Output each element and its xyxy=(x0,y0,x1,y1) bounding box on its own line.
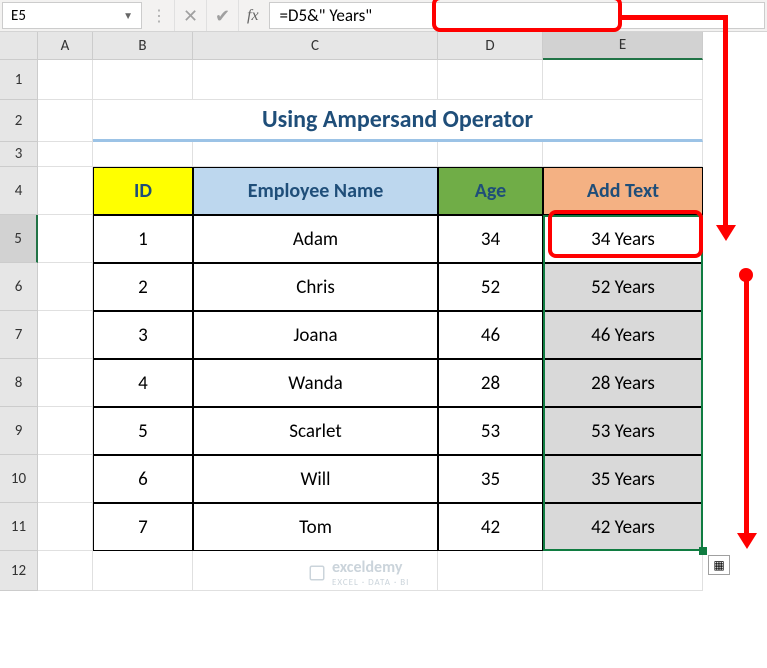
cell-name[interactable]: Joana xyxy=(193,311,438,359)
select-all-corner[interactable] xyxy=(0,32,38,60)
row-header-4[interactable]: 4 xyxy=(0,167,38,215)
col-header-d[interactable]: D xyxy=(438,32,543,60)
cell-id[interactable]: 6 xyxy=(93,455,193,503)
cell-text[interactable]: 53 Years xyxy=(543,407,703,455)
cell-text[interactable]: 42 Years xyxy=(543,503,703,551)
table-row: 3 Joana 46 46 Years xyxy=(38,311,703,359)
cell-c3[interactable] xyxy=(193,142,438,167)
cell-id[interactable]: 3 xyxy=(93,311,193,359)
title-cell[interactable]: Using Ampersand Operator xyxy=(93,100,703,142)
cell-id[interactable]: 4 xyxy=(93,359,193,407)
cancel-icon[interactable]: ✕ xyxy=(174,0,206,31)
cell-e1[interactable] xyxy=(543,60,703,100)
row-header-9[interactable]: 9 xyxy=(0,407,38,455)
cell-name[interactable]: Scarlet xyxy=(193,407,438,455)
table-row: 2 Chris 52 52 Years xyxy=(38,263,703,311)
cell-a2[interactable] xyxy=(38,100,93,142)
cell-name[interactable]: Chris xyxy=(193,263,438,311)
fill-handle[interactable] xyxy=(699,547,707,555)
cell-d1[interactable] xyxy=(438,60,543,100)
row-header-col: 1 2 3 4 5 6 7 8 9 10 11 12 xyxy=(0,32,38,668)
grid-area: A B C D E Using Ampersand Operator xyxy=(38,32,703,668)
formula-input[interactable]: =D5&" Years" xyxy=(269,2,765,29)
header-id[interactable]: ID xyxy=(93,167,193,215)
formula-bar: E5 ▼ ⋮ ✕ ✔ fx =D5&" Years" xyxy=(0,0,767,32)
cell-age[interactable]: 46 xyxy=(438,311,543,359)
cell-b1[interactable] xyxy=(93,60,193,100)
check-icon[interactable]: ✔ xyxy=(206,0,238,31)
cell-b3[interactable] xyxy=(93,142,193,167)
cell-a11[interactable] xyxy=(38,503,93,551)
table-row: 7 Tom 42 42 Years xyxy=(38,503,703,551)
cell-text[interactable]: 46 Years xyxy=(543,311,703,359)
row-header-1[interactable]: 1 xyxy=(0,60,38,100)
header-name[interactable]: Employee Name xyxy=(193,167,438,215)
cell-c12[interactable] xyxy=(193,551,438,591)
cell-e3[interactable] xyxy=(543,142,703,167)
formula-text: =D5&" Years" xyxy=(280,5,373,26)
cell-b12[interactable] xyxy=(93,551,193,591)
row-header-12[interactable]: 12 xyxy=(0,551,38,591)
cell-id[interactable]: 7 xyxy=(93,503,193,551)
cell-name[interactable]: Tom xyxy=(193,503,438,551)
cell-a10[interactable] xyxy=(38,455,93,503)
table-row: 6 Will 35 35 Years xyxy=(38,455,703,503)
annotation-dot xyxy=(739,268,753,282)
row-header-11[interactable]: 11 xyxy=(0,503,38,551)
cell-age[interactable]: 28 xyxy=(438,359,543,407)
cell-a12[interactable] xyxy=(38,551,93,591)
cell-a7[interactable] xyxy=(38,311,93,359)
cell-age[interactable]: 52 xyxy=(438,263,543,311)
cell-a8[interactable] xyxy=(38,359,93,407)
row-header-5[interactable]: 5 xyxy=(0,215,38,263)
row-header-3[interactable]: 3 xyxy=(0,142,38,167)
table-row: 5 Scarlet 53 53 Years xyxy=(38,407,703,455)
cell-age[interactable]: 42 xyxy=(438,503,543,551)
cell-id[interactable]: 2 xyxy=(93,263,193,311)
cell-age[interactable]: 53 xyxy=(438,407,543,455)
cell-name[interactable]: Wanda xyxy=(193,359,438,407)
cell-a6[interactable] xyxy=(38,263,93,311)
row-header-7[interactable]: 7 xyxy=(0,311,38,359)
header-age[interactable]: Age xyxy=(438,167,543,215)
cell-id[interactable]: 5 xyxy=(93,407,193,455)
cell-age[interactable]: 34 xyxy=(438,215,543,263)
cell-a5[interactable] xyxy=(38,215,93,263)
row-header-2[interactable]: 2 xyxy=(0,100,38,142)
name-box[interactable]: E5 ▼ xyxy=(2,2,142,29)
col-header-b[interactable]: B xyxy=(93,32,193,60)
table-row: 4 Wanda 28 28 Years xyxy=(38,359,703,407)
col-header-e[interactable]: E xyxy=(543,32,703,60)
cell-d3[interactable] xyxy=(438,142,543,167)
autofill-options-button[interactable]: ▦ xyxy=(708,555,730,575)
cell-a1[interactable] xyxy=(38,60,93,100)
cell-text[interactable]: 34 Years xyxy=(543,215,703,263)
cell-d12[interactable] xyxy=(438,551,543,591)
cell-text[interactable]: 52 Years xyxy=(543,263,703,311)
separator-icon: ⋮ xyxy=(144,0,174,31)
cell-c1[interactable] xyxy=(193,60,438,100)
cell-a4[interactable] xyxy=(38,167,93,215)
cell-a3[interactable] xyxy=(38,142,93,167)
cell-a9[interactable] xyxy=(38,407,93,455)
cell-id[interactable]: 1 xyxy=(93,215,193,263)
header-addtext[interactable]: Add Text xyxy=(543,167,703,215)
row-header-6[interactable]: 6 xyxy=(0,263,38,311)
spreadsheet: 1 2 3 4 5 6 7 8 9 10 11 12 A B C D E xyxy=(0,32,767,668)
cell-text[interactable]: 35 Years xyxy=(543,455,703,503)
cell-name[interactable]: Will xyxy=(193,455,438,503)
row-header-8[interactable]: 8 xyxy=(0,359,38,407)
table-row: 1 Adam 34 34 Years xyxy=(38,215,703,263)
cell-age[interactable]: 35 xyxy=(438,455,543,503)
row-header-10[interactable]: 10 xyxy=(0,455,38,503)
chevron-down-icon[interactable]: ▼ xyxy=(123,9,133,22)
cell-e12[interactable] xyxy=(543,551,703,591)
col-header-a[interactable]: A xyxy=(38,32,93,60)
col-header-c[interactable]: C xyxy=(193,32,438,60)
name-box-value: E5 xyxy=(11,7,26,25)
fx-icon[interactable]: fx xyxy=(238,0,267,31)
cell-name[interactable]: Adam xyxy=(193,215,438,263)
cell-text[interactable]: 28 Years xyxy=(543,359,703,407)
